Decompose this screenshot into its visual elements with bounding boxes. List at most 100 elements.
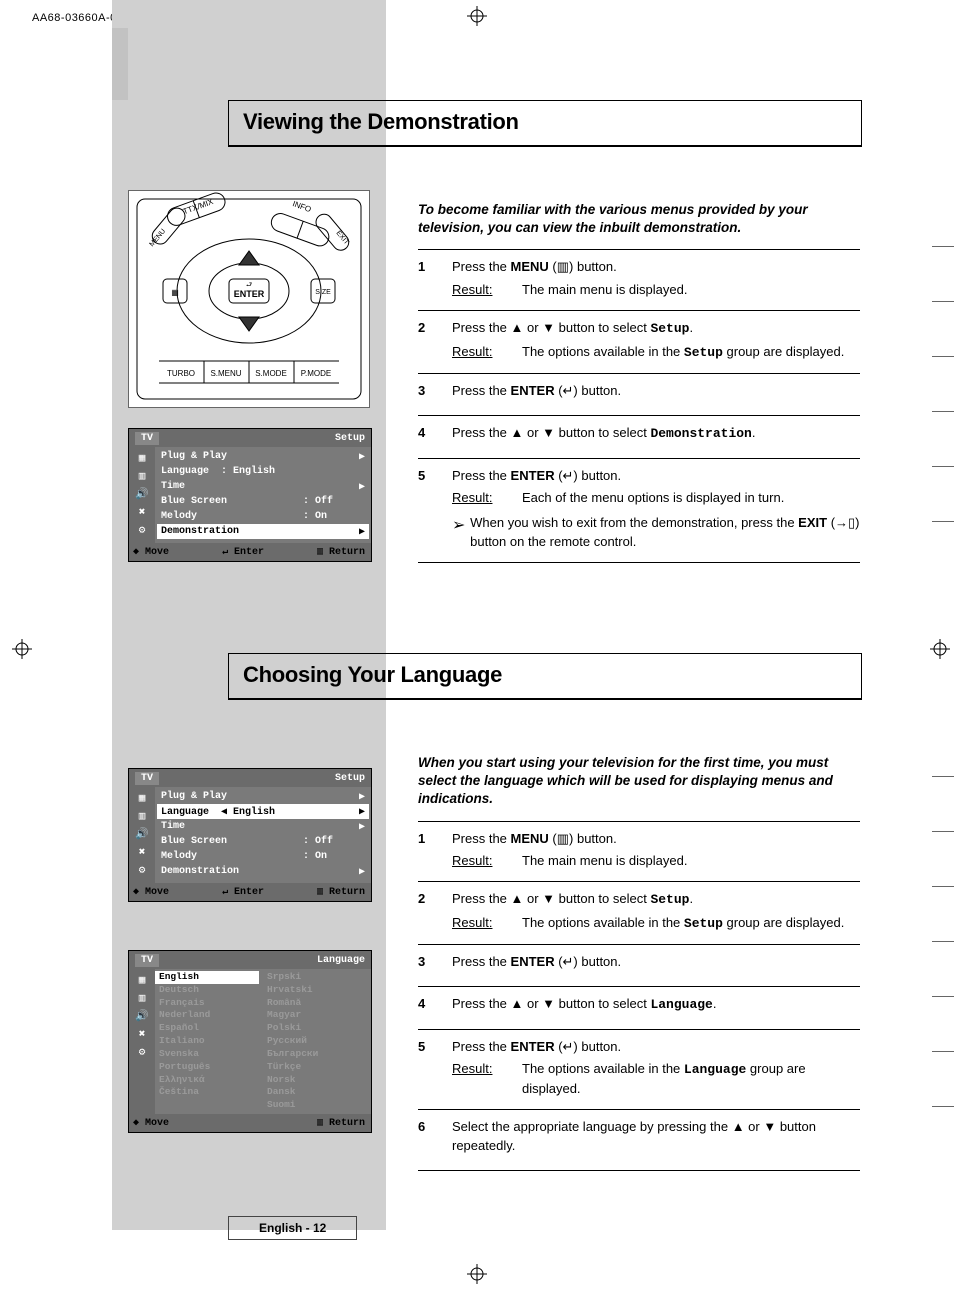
step: 4 Press the ▲ or ▼ button to select Demo… — [418, 415, 860, 458]
svg-text:P.MODE: P.MODE — [301, 369, 332, 378]
section1-steps: 1 Press the MENU (▥) button. Result:The … — [418, 249, 860, 562]
svg-text:MENU: MENU — [149, 228, 168, 248]
osd-tv: TV — [135, 772, 159, 785]
step-num: 2 — [418, 890, 452, 934]
t: Setup — [650, 321, 689, 336]
step-num: 5 — [418, 1038, 452, 1100]
t: (↵) button. — [555, 1039, 622, 1054]
svg-text:▦: ▦ — [171, 288, 179, 297]
osd-foot-return: ▥ Return — [317, 1117, 365, 1129]
step: 1 Press the MENU (▥) button. Result:The … — [418, 249, 860, 310]
step: 5 Press the ENTER (↵) button. Result:Eac… — [418, 458, 860, 563]
result-text: The options available in the Language gr… — [522, 1060, 860, 1099]
remote-diagram: ⮐ ENTER ▦ SIZE TTX/MIX INFO MENU EXIT TU… — [128, 190, 370, 408]
svg-text:S.MENU: S.MENU — [210, 369, 241, 378]
svg-text:INFO: INFO — [291, 199, 312, 214]
osd-foot-move: ◆ Move — [133, 1117, 169, 1129]
osd-foot-enter: ↵ Enter — [222, 886, 264, 898]
osd-tv: TV — [135, 954, 159, 967]
t: ENTER — [511, 383, 555, 398]
t: Press the ▲ or ▼ button to select — [452, 425, 650, 440]
result-text: The main menu is displayed. — [522, 852, 860, 871]
section-title-2-text: Choosing Your Language — [243, 662, 847, 688]
step-num: 4 — [418, 424, 452, 448]
section-title-1: Viewing the Demonstration — [228, 100, 862, 147]
svg-text:S.MODE: S.MODE — [255, 369, 287, 378]
step: 3 Press the ENTER (↵) button. — [418, 373, 860, 415]
t: Press the — [452, 1039, 511, 1054]
t: Press the — [452, 831, 511, 846]
t: ENTER — [511, 468, 555, 483]
step: 3 Press the ENTER (↵) button. — [418, 944, 860, 986]
osd-setup-1: TVSetup ▦▥🔊✖⚙ Plug & Play▶Language : Eng… — [128, 428, 372, 562]
t: Press the — [452, 383, 511, 398]
result-text: The main menu is displayed. — [522, 281, 860, 300]
osd-tv: TV — [135, 432, 159, 445]
osd-lang-cols: EnglishDeutschFrançaisNederlandEspañolIt… — [155, 969, 371, 1114]
step-num: 6 — [418, 1118, 452, 1160]
t: (↵) button. — [555, 954, 622, 969]
result-text: The options available in the Setup group… — [522, 343, 860, 363]
t: (▥) button. — [549, 831, 617, 846]
t: Press the — [452, 468, 511, 483]
osd-list: Plug & Play▶Language : EnglishTime▶Blue … — [155, 447, 371, 543]
result-label: Result: — [452, 281, 522, 300]
osd-title: Language — [317, 955, 365, 966]
svg-text:SIZE: SIZE — [315, 289, 331, 296]
osd-foot-return: ▥ Return — [317, 886, 365, 898]
note-icon: ➢ — [452, 514, 470, 552]
step-num: 3 — [418, 382, 452, 405]
page-number: English - 12 — [228, 1216, 357, 1240]
t: MENU — [511, 259, 549, 274]
osd-foot-move: ◆ Move — [133, 546, 169, 558]
step: 6 Select the appropriate language by pre… — [418, 1109, 860, 1171]
section1-intro: To become familiar with the various menu… — [418, 201, 858, 237]
osd-icon-col: ▦▥🔊✖⚙ — [129, 969, 155, 1114]
result-label: Result: — [452, 1060, 522, 1099]
osd-list: Plug & Play▶Language ◀ English▶Time▶Blue… — [155, 787, 371, 883]
result-label: Result: — [452, 914, 522, 934]
section2-steps: 1 Press the MENU (▥) button. Result:The … — [418, 821, 860, 1171]
svg-text:TURBO: TURBO — [167, 369, 195, 378]
t: . — [689, 320, 693, 335]
t: Setup — [650, 892, 689, 907]
step: 1 Press the MENU (▥) button. Result:The … — [418, 821, 860, 882]
osd-setup-2: TVSetup ▦▥🔊✖⚙ Plug & Play▶Language ◀ Eng… — [128, 768, 372, 902]
osd-foot-move: ◆ Move — [133, 886, 169, 898]
result-text: The options available in the Setup group… — [522, 914, 860, 934]
osd-title: Setup — [335, 433, 365, 444]
t: (↵) button. — [555, 468, 622, 483]
osd-language: TV Language ▦▥🔊✖⚙ EnglishDeutschFrançaisN… — [128, 950, 372, 1133]
t: Language — [650, 997, 712, 1012]
section-title-1-text: Viewing the Demonstration — [243, 109, 847, 135]
t: . — [689, 891, 693, 906]
t: (↵) button. — [555, 383, 622, 398]
svg-text:⮐: ⮐ — [246, 282, 252, 289]
osd-foot-enter: ↵ Enter — [222, 546, 264, 558]
osd-foot-return: ▥ Return — [317, 546, 365, 558]
t: Press the ▲ or ▼ button to select — [452, 996, 650, 1011]
step-num: 2 — [418, 319, 452, 363]
section2-intro: When you start using your television for… — [418, 754, 858, 809]
t: Press the — [452, 954, 511, 969]
t: Press the — [452, 259, 511, 274]
step-num: 5 — [418, 467, 452, 552]
result-text: Each of the menu options is displayed in… — [522, 489, 860, 508]
svg-text:ENTER: ENTER — [234, 289, 265, 299]
osd-icon-col: ▦▥🔊✖⚙ — [129, 787, 155, 883]
t: Demonstration — [650, 426, 751, 441]
t: Press the ▲ or ▼ button to select — [452, 320, 650, 335]
t: MENU — [511, 831, 549, 846]
result-label: Result: — [452, 489, 522, 508]
step-num: 3 — [418, 953, 452, 976]
step: 2 Press the ▲ or ▼ button to select Setu… — [418, 310, 860, 373]
step-num: 1 — [418, 830, 452, 872]
t: . — [713, 996, 717, 1011]
t: Press the ▲ or ▼ button to select — [452, 891, 650, 906]
t: Select the appropriate language by press… — [452, 1119, 816, 1153]
step-num: 4 — [418, 995, 452, 1019]
t: ENTER — [511, 954, 555, 969]
svg-text:EXIT: EXIT — [334, 230, 350, 247]
step: 2 Press the ▲ or ▼ button to select Setu… — [418, 881, 860, 944]
step: 4 Press the ▲ or ▼ button to select Lang… — [418, 986, 860, 1029]
